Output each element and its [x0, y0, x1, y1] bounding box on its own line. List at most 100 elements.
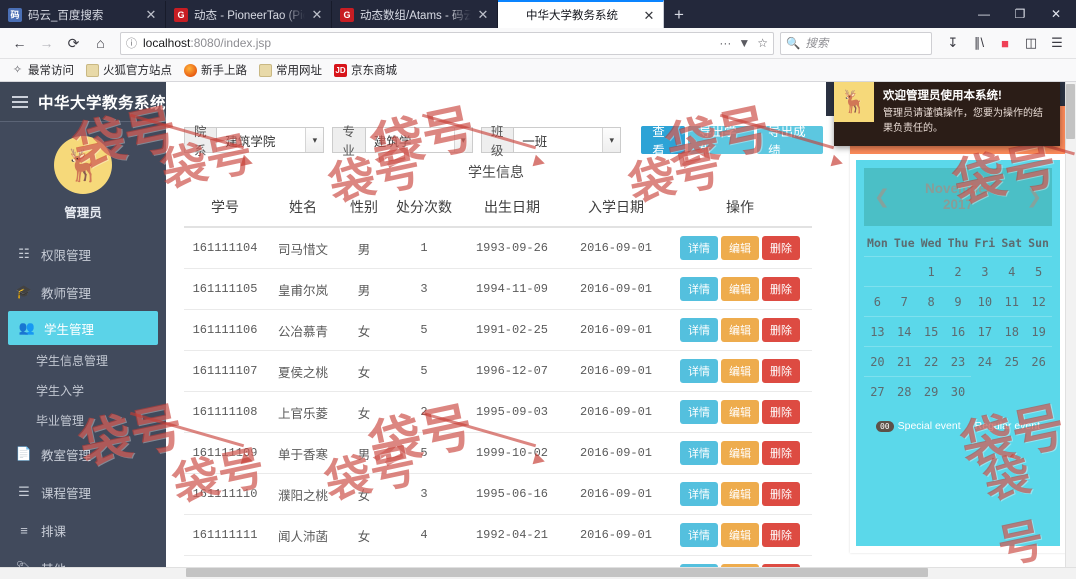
- delete-button[interactable]: 删除: [762, 277, 800, 301]
- calendar-day-cell[interactable]: 5: [1025, 256, 1052, 286]
- pocket-icon[interactable]: ■: [992, 30, 1018, 56]
- close-icon[interactable]: ✕: [475, 8, 491, 21]
- calendar-day-cell[interactable]: 30: [944, 376, 972, 406]
- class-select[interactable]: 一班 ▾: [513, 127, 622, 153]
- sidebar-item-teachers[interactable]: 🎓 教师管理: [0, 273, 166, 311]
- calendar-day-cell[interactable]: 21: [890, 346, 918, 376]
- site-info-icon[interactable]: ⓘ: [126, 35, 137, 51]
- calendar-day-cell[interactable]: 19: [1025, 316, 1052, 346]
- forward-icon[interactable]: →: [33, 30, 60, 57]
- sidebar-item-courses[interactable]: ☰ 课程管理: [0, 473, 166, 511]
- detail-button[interactable]: 详情: [680, 277, 718, 301]
- calendar-day-cell[interactable]: 26: [1025, 346, 1052, 376]
- bookmark-item-3[interactable]: 常用网址: [254, 61, 327, 79]
- calendar-day-cell[interactable]: 12: [1025, 286, 1052, 316]
- sidebar-subitem-student-admission[interactable]: 学生入学: [0, 375, 166, 405]
- calendar-day-cell[interactable]: 2: [944, 256, 972, 286]
- sidebar-item-students[interactable]: 👥 学生管理: [8, 311, 158, 345]
- delete-button[interactable]: 删除: [762, 441, 800, 465]
- edit-button[interactable]: 编辑: [721, 359, 759, 383]
- department-select[interactable]: 建筑学院 ▾: [216, 127, 325, 153]
- delete-button[interactable]: 删除: [762, 318, 800, 342]
- detail-button[interactable]: 详情: [680, 400, 718, 424]
- sidebar-item-permissions[interactable]: ☷ 权限管理: [0, 235, 166, 273]
- library-icon[interactable]: ∥\: [966, 30, 992, 56]
- calendar-day-cell[interactable]: 8: [917, 286, 945, 316]
- calendar-day-cell[interactable]: 9: [944, 286, 972, 316]
- close-icon[interactable]: ✕: [641, 9, 657, 22]
- calendar-day-cell[interactable]: 22: [917, 346, 945, 376]
- detail-button[interactable]: 详情: [680, 482, 718, 506]
- back-icon[interactable]: ←: [6, 30, 33, 57]
- maximize-icon[interactable]: ❐: [1002, 0, 1038, 28]
- edit-button[interactable]: 编辑: [721, 318, 759, 342]
- browser-tab-3[interactable]: 中华大学教务系统 ✕: [498, 0, 664, 28]
- export-students-button[interactable]: 导出学生: [688, 125, 755, 158]
- calendar-day-cell[interactable]: 28: [890, 376, 918, 406]
- edit-button[interactable]: 编辑: [721, 277, 759, 301]
- calendar-day-cell[interactable]: 15: [917, 316, 945, 346]
- calendar-day-cell[interactable]: 11: [998, 286, 1026, 316]
- calendar-day-cell[interactable]: 1: [917, 256, 945, 286]
- delete-button[interactable]: 删除: [762, 400, 800, 424]
- calendar-day-cell[interactable]: 29: [917, 376, 945, 406]
- delete-button[interactable]: 删除: [762, 523, 800, 547]
- edit-button[interactable]: 编辑: [721, 441, 759, 465]
- calendar-day-cell[interactable]: 10: [971, 286, 999, 316]
- calendar-day-cell[interactable]: 20: [864, 346, 891, 376]
- edit-button[interactable]: 编辑: [721, 236, 759, 260]
- delete-button[interactable]: 删除: [762, 236, 800, 260]
- delete-button[interactable]: 删除: [762, 482, 800, 506]
- detail-button[interactable]: 详情: [680, 523, 718, 547]
- detail-button[interactable]: 详情: [680, 441, 718, 465]
- calendar-day-cell[interactable]: 27: [864, 376, 891, 406]
- browser-tab-1[interactable]: G 动态 - PioneerTao (PioneerTa ✕: [166, 1, 332, 28]
- bookmark-item-1[interactable]: 火狐官方站点: [81, 61, 177, 79]
- page-horizontal-scrollbar[interactable]: [0, 567, 1076, 579]
- home-icon[interactable]: ⌂: [87, 30, 114, 57]
- reader-mode-icon[interactable]: ▼: [738, 36, 750, 50]
- calendar-day-cell[interactable]: 24: [971, 346, 999, 376]
- calendar-day-cell[interactable]: 23: [944, 346, 972, 376]
- detail-button[interactable]: 详情: [680, 359, 718, 383]
- search-input[interactable]: 🔍 搜索: [780, 31, 932, 55]
- sidebar-item-scheduling[interactable]: ≡ 排课: [0, 511, 166, 549]
- bookmark-item-2[interactable]: 新手上路: [179, 61, 252, 79]
- browser-tab-2[interactable]: G 动态数组/Atams - 码云 Gitee. ✕: [332, 1, 498, 28]
- bookmark-item-4[interactable]: JD 京东商城: [329, 61, 402, 79]
- calendar-day-cell[interactable]: 18: [998, 316, 1026, 346]
- new-tab-button[interactable]: +: [664, 1, 694, 28]
- welcome-toast[interactable]: 🦌 欢迎管理员使用本系统! 管理员请谨慎操作，您要为操作的结果负责任的。: [834, 82, 1060, 146]
- scrollbar-thumb[interactable]: [186, 568, 928, 577]
- major-select[interactable]: 建筑学 ▾: [364, 127, 473, 153]
- sidebar-item-classrooms[interactable]: 📄 教室管理: [0, 435, 166, 473]
- close-icon[interactable]: ✕: [143, 8, 159, 21]
- calendar-day-cell[interactable]: 3: [971, 256, 999, 286]
- page-actions-icon[interactable]: ···: [719, 36, 731, 50]
- edit-button[interactable]: 编辑: [721, 400, 759, 424]
- edit-button[interactable]: 编辑: [721, 523, 759, 547]
- address-bar[interactable]: ⓘ localhost:8080/index.jsp ··· ▼ ☆: [120, 31, 774, 55]
- bookmark-star-icon[interactable]: ☆: [757, 36, 768, 50]
- calendar-day-cell[interactable]: 13: [864, 316, 891, 346]
- calendar-day-cell[interactable]: 17: [971, 316, 999, 346]
- hamburger-icon[interactable]: [12, 93, 28, 111]
- download-icon[interactable]: ↧: [940, 30, 966, 56]
- sidebar-subitem-student-info[interactable]: 学生信息管理: [0, 345, 166, 375]
- chevron-right-icon[interactable]: ❯: [1026, 186, 1042, 209]
- close-icon[interactable]: ✕: [309, 8, 325, 21]
- calendar-day-cell[interactable]: 14: [890, 316, 918, 346]
- detail-button[interactable]: 详情: [680, 318, 718, 342]
- reload-icon[interactable]: ⟳: [60, 30, 87, 57]
- calendar-day-cell[interactable]: 7: [890, 286, 918, 316]
- edit-button[interactable]: 编辑: [721, 482, 759, 506]
- chevron-left-icon[interactable]: ❮: [874, 186, 890, 209]
- page-vertical-scrollbar[interactable]: [1065, 82, 1076, 567]
- calendar-day-cell[interactable]: 16: [944, 316, 972, 346]
- browser-tab-0[interactable]: 码 码云_百度搜索 ✕: [0, 1, 166, 28]
- bookmark-item-0[interactable]: ✧ 最常访问: [6, 61, 79, 79]
- calendar-day-cell[interactable]: 6: [864, 286, 891, 316]
- calendar-day-cell[interactable]: 25: [998, 346, 1026, 376]
- scrollbar-thumb[interactable]: [1066, 84, 1075, 139]
- delete-button[interactable]: 删除: [762, 359, 800, 383]
